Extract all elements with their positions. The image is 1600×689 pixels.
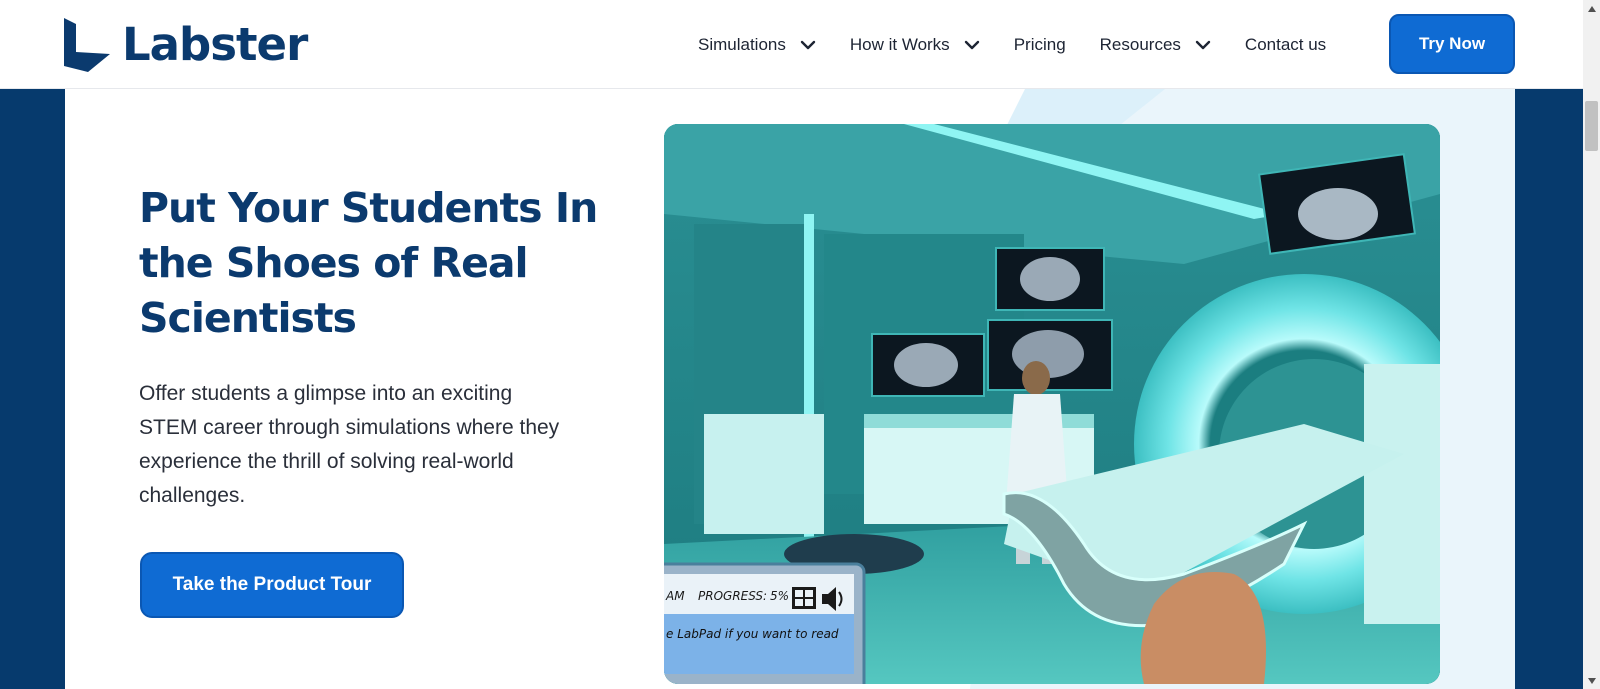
nav-pricing[interactable]: Pricing (1014, 35, 1066, 55)
logo-text: Labster (122, 18, 308, 71)
page-scrollbar[interactable] (1583, 0, 1600, 689)
hud-progress-value: 5% (770, 589, 789, 603)
nav-how-it-works[interactable]: How it Works (850, 35, 980, 55)
hero-section: Put Your Students In the Shoes of Real S… (65, 89, 1515, 689)
labster-logo-icon (64, 18, 110, 72)
right-band (1515, 89, 1583, 689)
mri-lab-scene: AM PROGRESS: 5% e LabPad if you want to … (664, 124, 1440, 684)
nav-label: Contact us (1244, 34, 1327, 54)
scroll-up-arrow-icon[interactable] (1583, 0, 1600, 17)
scroll-thumb[interactable] (1585, 101, 1598, 151)
left-band (0, 89, 65, 689)
calculator-icon[interactable] (792, 587, 816, 609)
nav-resources[interactable]: Resources (1100, 35, 1211, 55)
scroll-down-arrow-icon[interactable] (1583, 672, 1600, 689)
nav-label: Simulations (698, 34, 786, 54)
nav-simulations[interactable]: Simulations (698, 35, 816, 55)
chevron-down-icon (1195, 40, 1211, 49)
simulation-video[interactable]: AM PROGRESS: 5% e LabPad if you want to … (664, 124, 1440, 684)
hero-title: Put Your Students In the Shoes of Real S… (139, 184, 598, 342)
nav-label: Pricing (1013, 34, 1066, 54)
hero-description: Offer students a glimpse into an excitin… (139, 382, 560, 507)
chevron-down-icon (800, 40, 816, 49)
labster-logo[interactable]: Labster (64, 18, 308, 72)
hud-message: e LabPad if you want to read (666, 627, 839, 641)
try-now-button[interactable]: Try Now (1389, 14, 1515, 74)
chevron-down-icon (964, 40, 979, 49)
main-nav: Simulations How it Works Pricing Resourc… (698, 0, 1360, 89)
nav-contact-us[interactable]: Contact us (1245, 35, 1326, 55)
nav-label: Resources (1099, 34, 1181, 54)
site-header: Labster Simulations How it Works Pricing… (0, 0, 1583, 89)
product-tour-button[interactable]: Take the Product Tour (140, 552, 404, 618)
hud-progress-label: PROGRESS: (698, 589, 767, 603)
hud-left-text: AM (665, 589, 685, 603)
nav-label: How it Works (849, 34, 950, 54)
